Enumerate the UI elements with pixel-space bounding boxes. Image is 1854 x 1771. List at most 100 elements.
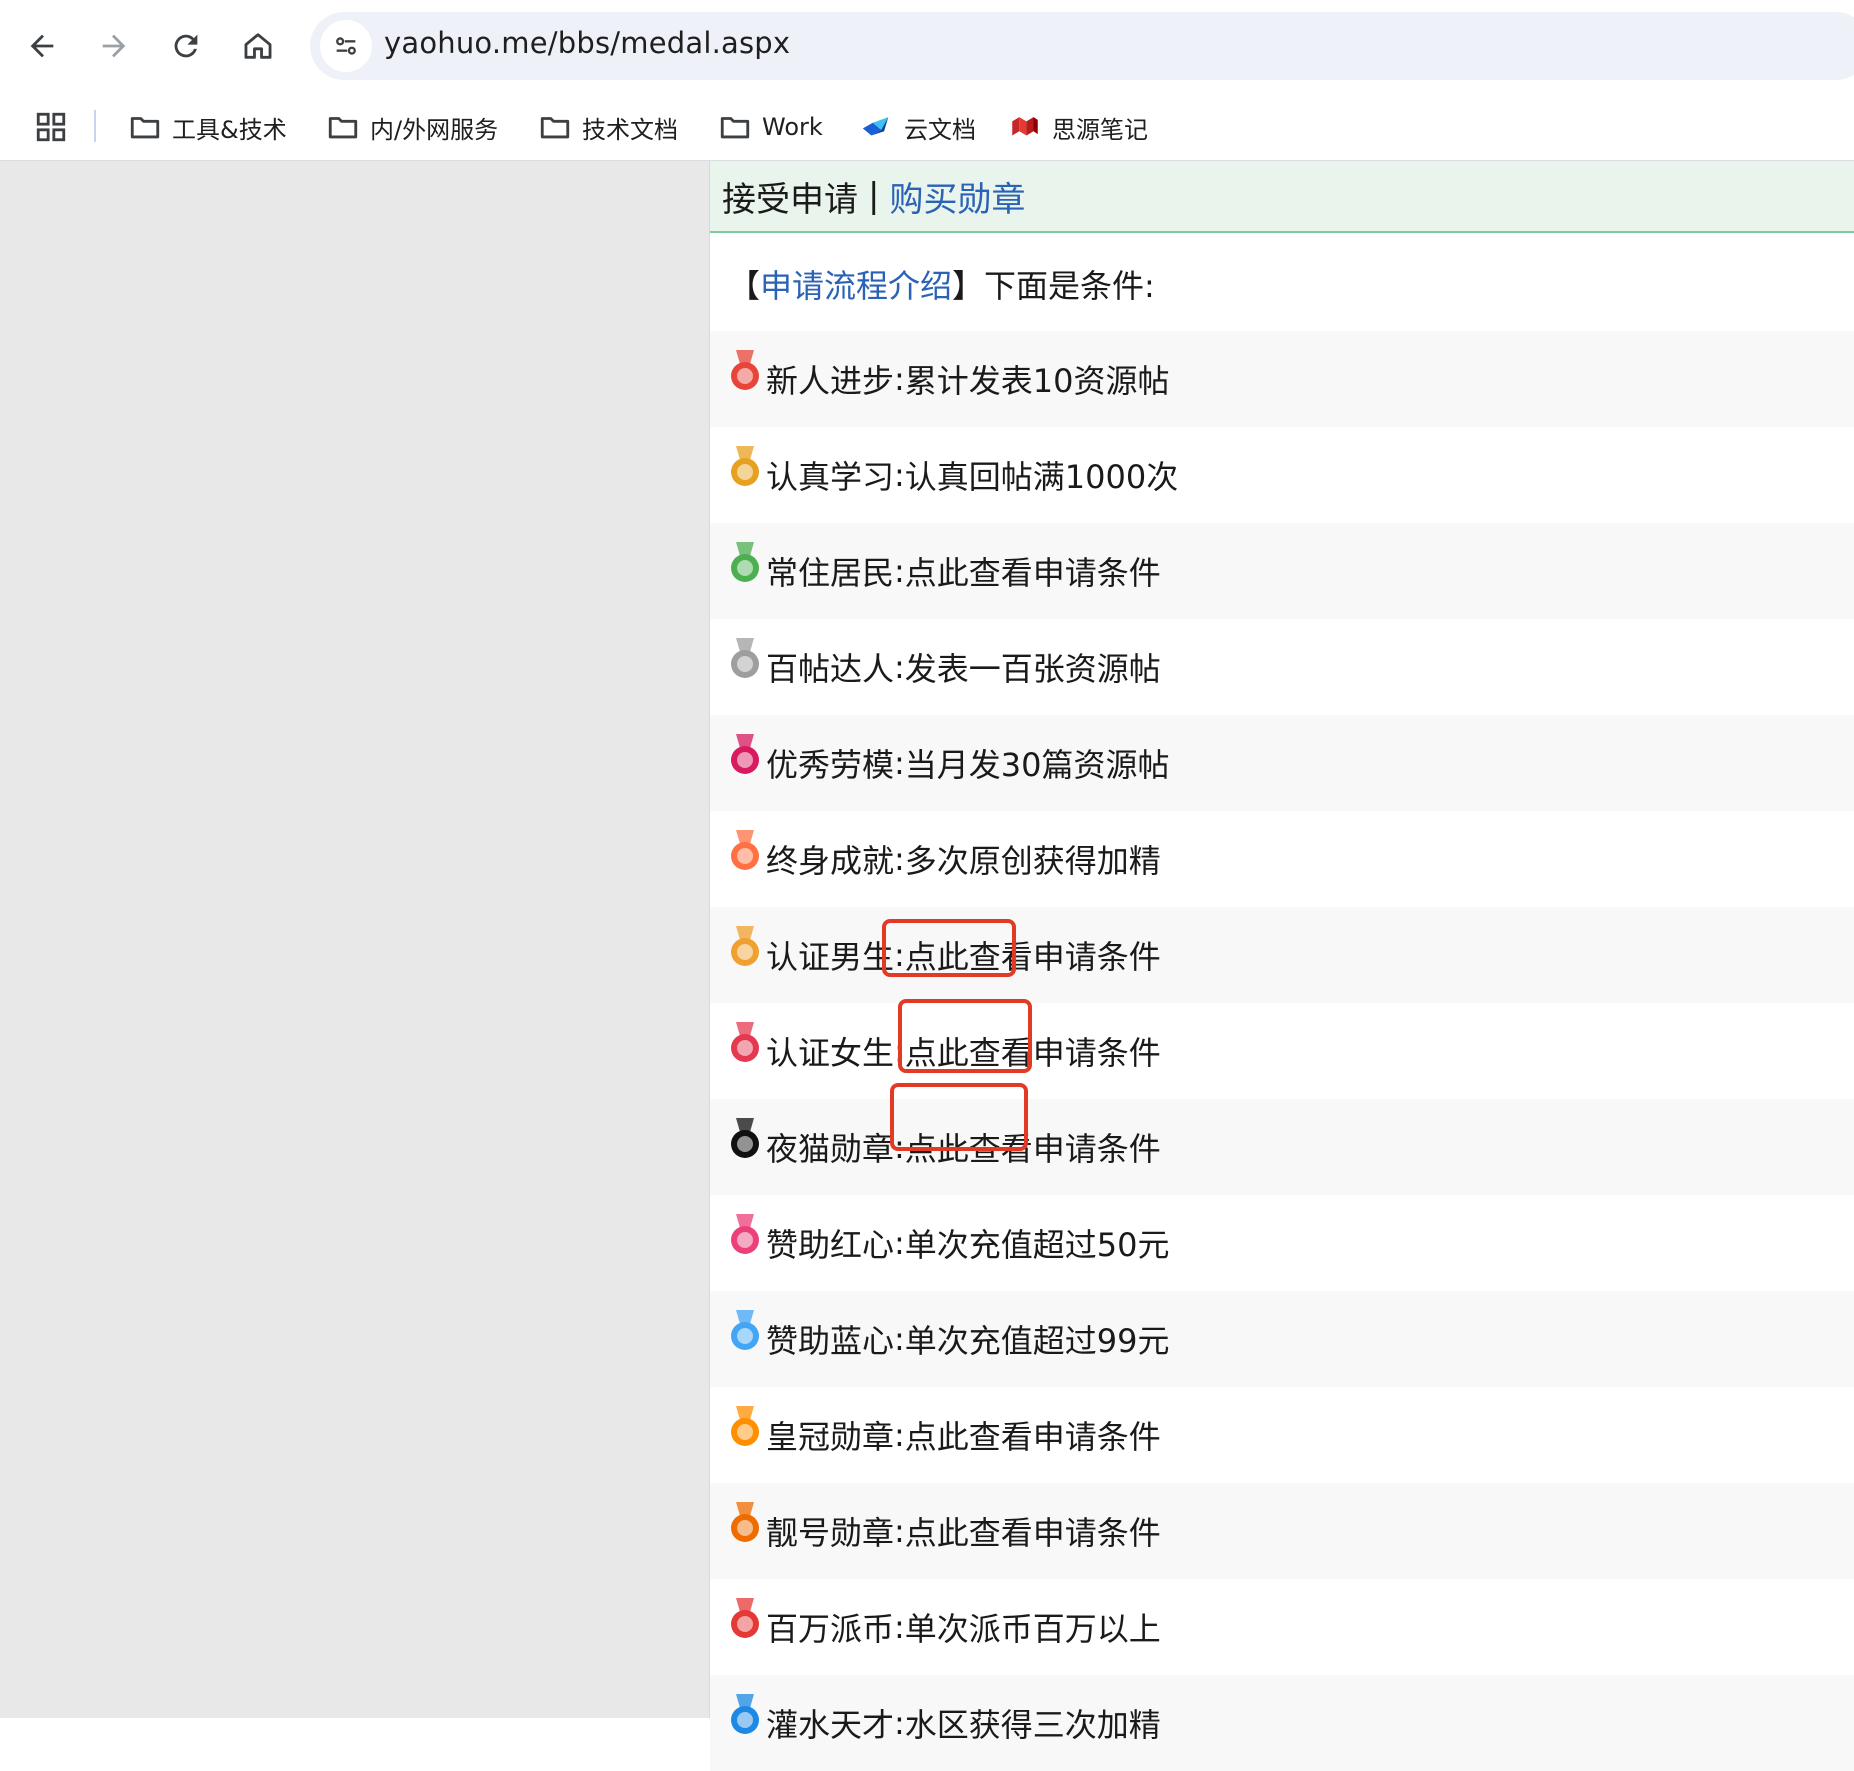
medal-row[interactable]: 赞助蓝心: 单次充值超过99元 (710, 1291, 1854, 1387)
medal-colon: : (894, 1416, 905, 1454)
application-process-link[interactable]: 申请流程介绍 (760, 267, 952, 305)
medal-row[interactable]: 灌水天才: 水区获得三次加精 (710, 1675, 1854, 1771)
medal-colon: : (894, 936, 905, 974)
medal-name: 认证男生 (766, 938, 895, 976)
reload-icon (174, 34, 198, 58)
medal-colon: : (894, 744, 905, 782)
bookmark-label: 工具&技术 (172, 115, 287, 144)
medal-condition: 发表一百张资源帖 (904, 650, 1161, 688)
bookmarks-divider (94, 110, 96, 142)
medal-colon: : (894, 1128, 905, 1166)
blue-heart-icon (731, 1310, 759, 1350)
folder-icon (720, 117, 750, 139)
medal-colon: : (894, 1512, 905, 1550)
medal-condition: 点此查看申请条件 (904, 1418, 1161, 1456)
address-bar[interactable]: yaohuo.me/bbs/medal.aspx (310, 12, 1854, 80)
medal-condition: 累计发表10资源帖 (904, 362, 1170, 400)
medal-header: 接受申请 | 购买勋章 (710, 161, 1854, 233)
left-gray-panel (0, 161, 709, 1718)
medal-condition: 当月发30篇资源帖 (904, 746, 1170, 784)
excellent-badge-icon (731, 830, 759, 870)
hundred-medal-icon (731, 638, 759, 678)
medal-row[interactable]: 终身成就: 多次原创获得加精 (710, 811, 1854, 907)
bookmark-cloud-doc[interactable]: 云文档 (860, 104, 976, 150)
male-medal-icon (731, 926, 759, 966)
night-cat-icon (731, 1118, 759, 1158)
red-heart-icon (731, 1214, 759, 1254)
medal-condition: 水区获得三次加精 (904, 1706, 1161, 1744)
medal-name: 百帖达人 (766, 650, 895, 688)
labor-badge-icon (731, 734, 759, 774)
medal-row[interactable]: 赞助红心: 单次充值超过50元 (710, 1195, 1854, 1291)
medal-row[interactable]: 皇冠勋章: 点此查看申请条件 (710, 1387, 1854, 1483)
medal-name: 新人进步 (766, 362, 895, 400)
medal-condition: 点此查看申请条件 (904, 1034, 1161, 1072)
medal-colon: : (894, 552, 905, 590)
bookmark-label: Work (762, 113, 823, 141)
reload-button[interactable] (158, 18, 214, 74)
medal-condition: 单次充值超过50元 (904, 1226, 1170, 1264)
forward-arrow-icon (102, 34, 126, 58)
medal-row[interactable]: 新人进步: 累计发表10资源帖 (710, 331, 1854, 427)
intro-line: 【申请流程介绍】下面是条件: (728, 261, 1155, 307)
bookmark-folder-tools[interactable]: 工具&技术 (128, 104, 287, 150)
medal-name: 百万派币 (766, 1610, 895, 1648)
medal-name: 认真学习 (766, 458, 895, 496)
url-text[interactable]: yaohuo.me/bbs/medal.aspx (384, 26, 790, 60)
bookmark-label: 技术文档 (582, 115, 678, 144)
medal-row[interactable]: 常住居民: 点此查看申请条件 (710, 523, 1854, 619)
medal-row[interactable]: 认证女生: 点此查看申请条件 (710, 1003, 1854, 1099)
medal-row[interactable]: 认证男生: 点此查看申请条件 (710, 907, 1854, 1003)
medal-colon: : (894, 1224, 905, 1262)
medal-colon: : (894, 1320, 905, 1358)
bookmark-label: 思源笔记 (1052, 115, 1148, 144)
medal-row[interactable]: 百万派币: 单次派币百万以上 (710, 1579, 1854, 1675)
medal-row[interactable]: 夜猫勋章: 点此查看申请条件 (710, 1099, 1854, 1195)
bookmark-folder-docs[interactable]: 技术文档 (538, 104, 678, 150)
bookmarks-bar: 工具&技术 内/外网服务 技术文档 Work 云文档 思源笔记 (0, 94, 1854, 161)
crown-medal-icon (731, 1406, 759, 1446)
buy-medal-link[interactable]: 购买勋章 (889, 172, 1025, 221)
site-info-button[interactable] (320, 20, 372, 72)
bookmark-siyuan[interactable]: 思源笔记 (1008, 104, 1148, 150)
apps-grid-icon[interactable] (34, 110, 68, 144)
medal-name: 常住居民 (766, 554, 895, 592)
bookmark-label: 内/外网服务 (370, 115, 499, 144)
medal-colon: : (894, 360, 905, 398)
intro-text: 】下面是条件: (952, 267, 1155, 305)
medal-condition: 多次原创获得加精 (904, 842, 1161, 880)
tune-icon (336, 37, 356, 55)
medal-name: 夜猫勋章 (766, 1130, 895, 1168)
cloud-doc-icon (862, 117, 889, 136)
medal-name: 赞助蓝心 (766, 1322, 895, 1360)
medal-colon: : (894, 1704, 905, 1742)
bookmark-folder-network[interactable]: 内/外网服务 (326, 104, 498, 150)
folder-icon (328, 117, 358, 139)
medal-colon: : (894, 1608, 905, 1646)
new-badge-icon (731, 350, 759, 390)
medal-condition: 单次充值超过99元 (904, 1322, 1170, 1360)
medal-row[interactable]: 靓号勋章: 点此查看申请条件 (710, 1483, 1854, 1579)
medal-row[interactable]: 优秀劳模: 当月发30篇资源帖 (710, 715, 1854, 811)
home-button[interactable] (230, 18, 286, 74)
medal-name: 灌水天才 (766, 1706, 895, 1744)
medal-condition: 点此查看申请条件 (904, 938, 1161, 976)
medal-colon: : (894, 840, 905, 878)
medal-page-content: 接受申请 | 购买勋章 【申请流程介绍】下面是条件: 新人进步: 累计发表10资源… (709, 161, 1854, 1771)
medal-name: 终身成就 (766, 842, 895, 880)
bookmark-label: 云文档 (904, 115, 976, 144)
intro-open-bracket: 【 (728, 267, 761, 305)
female-bow-icon (731, 1022, 759, 1062)
medal-row[interactable]: 百帖达人: 发表一百张资源帖 (710, 619, 1854, 715)
medal-condition: 单次派币百万以上 (904, 1610, 1161, 1648)
forward-button[interactable] (86, 18, 142, 74)
bookmark-folder-work[interactable]: Work (718, 104, 823, 150)
medal-name: 认证女生 (766, 1034, 895, 1072)
back-button[interactable] (14, 18, 70, 74)
medal-condition: 认真回帖满1000次 (904, 458, 1179, 496)
medal-condition: 点此查看申请条件 (904, 554, 1161, 592)
medal-colon: : (894, 648, 905, 686)
pretty-number-icon (731, 1502, 759, 1542)
medal-row[interactable]: 认真学习: 认真回帖满1000次 (710, 427, 1854, 523)
accept-application-label: 接受申请 (722, 179, 858, 220)
